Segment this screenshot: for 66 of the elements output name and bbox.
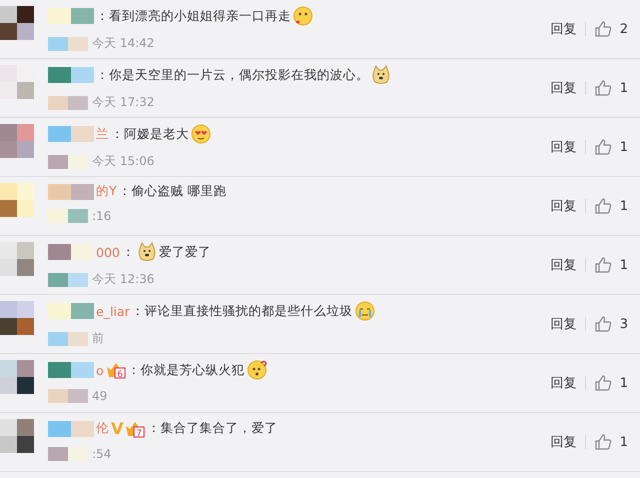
comment-text: ：看到漂亮的小姐姐得亲一口再走 xyxy=(96,8,291,24)
face-emoji-icon xyxy=(354,301,375,321)
mosaic-redaction xyxy=(48,362,94,378)
reply-button[interactable]: 回复 xyxy=(550,197,577,215)
comment-text: ：集合了集合了，爱了 xyxy=(147,420,278,437)
like-count: 1 xyxy=(620,140,628,154)
like-count: 2 xyxy=(620,22,628,36)
comment-time: 今天 12:36 xyxy=(92,271,154,288)
mosaic-redaction xyxy=(48,303,94,319)
reply-button[interactable]: 回复 xyxy=(550,433,577,451)
like-count: 3 xyxy=(620,316,628,332)
mosaic-redaction xyxy=(48,209,88,223)
mosaic-redaction xyxy=(48,447,88,461)
comment-time: :16 xyxy=(92,209,112,223)
comment-text: ：评论里直接性骚扰的都是些什么垃圾 xyxy=(132,302,353,320)
mosaic-redaction xyxy=(48,420,94,436)
comment-text: ：你就是芳心纵火犯 xyxy=(128,362,245,378)
face-emoji-icon xyxy=(191,124,211,144)
crown-badge-icon: 7 xyxy=(125,420,146,438)
crown-badge-icon: 6 xyxy=(106,361,126,379)
thumbs-up-icon[interactable] xyxy=(594,374,612,392)
reply-button[interactable]: 回复 xyxy=(550,138,577,156)
mosaic-redaction xyxy=(48,184,94,200)
thumbs-up-icon[interactable] xyxy=(594,433,612,451)
reply-button[interactable]: 回复 xyxy=(550,374,577,392)
thumbs-up-icon[interactable] xyxy=(594,256,612,274)
comment-text: ：阿嫒是老大 xyxy=(111,126,189,142)
like-count: 1 xyxy=(620,198,628,214)
comment-time: 49 xyxy=(92,389,108,403)
thumbs-up-icon[interactable] xyxy=(594,20,612,38)
comment-time: 前 xyxy=(92,330,104,347)
mosaic-redaction xyxy=(48,389,88,403)
like-count: 1 xyxy=(620,80,628,96)
mosaic-redaction xyxy=(48,36,88,50)
comment-time: 今天 17:32 xyxy=(92,94,154,111)
reply-button[interactable]: 回复 xyxy=(550,315,577,333)
dog-emoji-icon xyxy=(136,242,157,262)
mosaic-redaction xyxy=(48,126,94,142)
reply-button[interactable]: 回复 xyxy=(550,20,577,38)
face-emoji-icon xyxy=(246,360,267,380)
vip-label: V xyxy=(111,419,124,438)
mosaic-redaction xyxy=(48,67,94,83)
like-count: 1 xyxy=(620,434,628,450)
reply-button[interactable]: 回复 xyxy=(550,79,577,97)
comment-text: ：偷心盗贼 哪里跑 xyxy=(118,183,227,200)
mosaic-redaction xyxy=(48,332,88,346)
comment-time: :54 xyxy=(92,447,112,461)
mosaic-redaction xyxy=(48,272,88,286)
comment-text: ： xyxy=(122,244,135,260)
face-emoji-icon xyxy=(293,6,313,26)
thumbs-up-icon[interactable] xyxy=(594,197,612,215)
like-count: 1 xyxy=(620,258,628,272)
thumbs-up-icon[interactable] xyxy=(594,79,612,97)
comment-time: 今天 14:42 xyxy=(92,35,154,52)
dog-emoji-icon xyxy=(371,65,391,85)
like-count: 1 xyxy=(620,376,628,390)
mosaic-redaction xyxy=(48,8,94,24)
mosaic-redaction xyxy=(48,244,94,260)
thumbs-up-icon[interactable] xyxy=(594,138,612,156)
comment-text: 爱了爱了 xyxy=(158,244,211,260)
reply-button[interactable]: 回复 xyxy=(550,256,577,274)
comment-text: ：你是天空里的一片云，偶尔投影在我的波心。 xyxy=(96,66,369,84)
comment-time: 今天 15:06 xyxy=(92,153,154,170)
mosaic-redaction xyxy=(48,96,88,110)
thumbs-up-icon[interactable] xyxy=(594,315,612,333)
mosaic-redaction xyxy=(48,154,88,168)
